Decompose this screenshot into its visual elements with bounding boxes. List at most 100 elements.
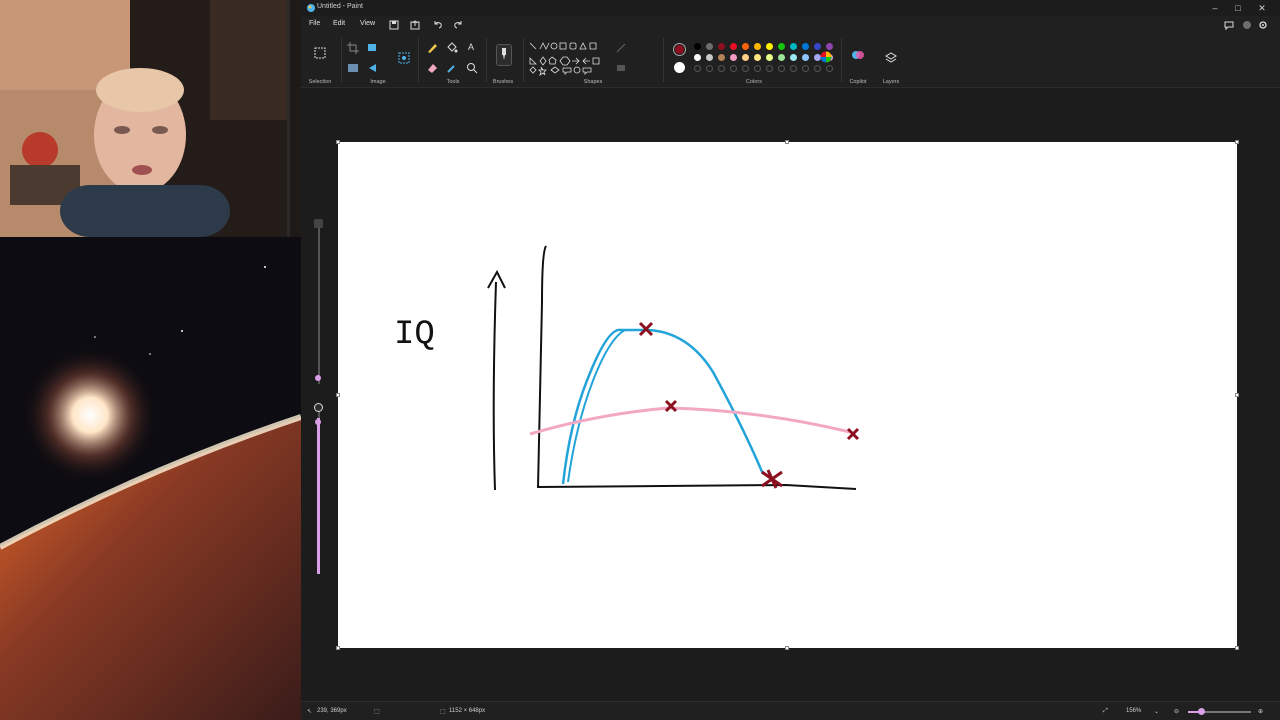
color-swatch[interactable] — [718, 43, 725, 50]
custom-color-slot[interactable] — [790, 65, 797, 72]
save-icon[interactable] — [388, 19, 400, 31]
custom-color-slot[interactable] — [742, 65, 749, 72]
color-swatch[interactable] — [694, 54, 701, 61]
resize-icon[interactable] — [366, 41, 380, 55]
color-swatch[interactable] — [730, 54, 737, 61]
paint-app-icon — [307, 4, 315, 12]
canvas-text-iq: IQ — [394, 316, 435, 354]
custom-color-slot[interactable] — [694, 65, 701, 72]
color-swatch[interactable] — [766, 54, 773, 61]
color-swatch[interactable] — [814, 43, 821, 50]
canvas-size: 1152 × 648px — [449, 708, 486, 714]
zoom-in-icon[interactable]: ⊕ — [1258, 708, 1263, 715]
canvas-size-icon: ⬚ — [440, 709, 446, 715]
menu-view[interactable]: View — [360, 20, 375, 27]
zoom-level[interactable]: 156% — [1126, 708, 1141, 714]
color-picker-icon[interactable] — [445, 61, 459, 75]
color-swatch[interactable] — [742, 43, 749, 50]
opacity-thumb[interactable] — [315, 419, 321, 425]
window-title: Untitled - Paint — [317, 3, 363, 10]
paint-window: Untitled - Paint – □ ✕ File Edit View Se… — [301, 0, 1280, 720]
layers-icon[interactable] — [884, 50, 898, 64]
canvas-resize-handle-l[interactable] — [336, 393, 340, 397]
settings-gear-icon[interactable] — [1257, 19, 1269, 31]
minimize-button[interactable]: – — [1204, 1, 1226, 15]
image-select-icon[interactable] — [397, 51, 411, 65]
arrow-axis-line — [492, 281, 497, 491]
brush-size-slider[interactable] — [318, 224, 320, 384]
fit-to-window-icon[interactable]: ⤢ — [1103, 708, 1108, 715]
group-label-layers: Layers — [882, 79, 900, 85]
custom-color-slot[interactable] — [826, 65, 833, 72]
feedback-icon[interactable] — [1223, 19, 1235, 31]
redo-icon[interactable] — [452, 19, 464, 31]
color-swatch[interactable] — [826, 43, 833, 50]
zoom-dropdown-chevron-icon[interactable]: ⌄ — [1154, 708, 1159, 715]
selection-size-icon: ⬚ — [374, 709, 380, 715]
secondary-color-swatch[interactable] — [674, 62, 685, 73]
group-label-image: Image — [370, 79, 386, 85]
shapes-gallery[interactable] — [527, 40, 607, 76]
canvas-resize-handle-t[interactable] — [785, 140, 789, 144]
copilot-icon[interactable] — [851, 48, 865, 62]
text-tool-icon[interactable]: A — [468, 42, 474, 52]
edit-colors-icon[interactable] — [819, 50, 833, 64]
color-swatch[interactable] — [694, 43, 701, 50]
fill-bucket-icon[interactable] — [445, 41, 459, 55]
color-swatch[interactable] — [790, 43, 797, 50]
color-swatch[interactable] — [754, 54, 761, 61]
brush-selector-button[interactable] — [496, 44, 512, 66]
color-swatch[interactable] — [706, 54, 713, 61]
zoom-slider-thumb[interactable] — [1198, 708, 1205, 715]
canvas-resize-handle-br[interactable] — [1235, 646, 1239, 650]
background-remove-icon[interactable] — [346, 61, 360, 75]
custom-color-slot[interactable] — [778, 65, 785, 72]
rotate-icon[interactable] — [366, 61, 380, 75]
canvas-resize-handle-b[interactable] — [785, 646, 789, 650]
canvas-resize-handle-bl[interactable] — [336, 646, 340, 650]
eraser-icon[interactable] — [425, 61, 439, 75]
color-swatch[interactable] — [778, 54, 785, 61]
crop-icon[interactable] — [346, 41, 360, 55]
group-label-tools: Tools — [446, 79, 460, 85]
rectangular-select-icon[interactable] — [313, 46, 327, 60]
zoom-out-icon[interactable]: ⊖ — [1174, 708, 1179, 715]
primary-color-swatch[interactable] — [673, 43, 686, 56]
custom-color-slot[interactable] — [766, 65, 773, 72]
color-swatch[interactable] — [790, 54, 797, 61]
color-swatch[interactable] — [778, 43, 785, 50]
color-swatch[interactable] — [742, 54, 749, 61]
custom-color-slot[interactable] — [718, 65, 725, 72]
color-swatch[interactable] — [754, 43, 761, 50]
magnifier-icon[interactable] — [465, 61, 479, 75]
account-icon[interactable] — [1241, 19, 1253, 31]
menu-file[interactable]: File — [309, 20, 320, 27]
canvas-resize-handle-tr[interactable] — [1235, 140, 1239, 144]
shape-outline-icon[interactable] — [614, 41, 628, 55]
brush-size-thumb[interactable] — [315, 375, 321, 381]
custom-color-slot[interactable] — [754, 65, 761, 72]
drawing-canvas[interactable]: IQ — [338, 142, 1237, 648]
custom-color-slot[interactable] — [730, 65, 737, 72]
color-swatch[interactable] — [802, 43, 809, 50]
custom-color-slot[interactable] — [706, 65, 713, 72]
color-swatch[interactable] — [706, 43, 713, 50]
share-icon[interactable] — [409, 19, 421, 31]
undo-icon[interactable] — [432, 19, 444, 31]
group-label-colors: Colors — [746, 79, 762, 85]
menu-edit[interactable]: Edit — [333, 20, 345, 27]
maximize-button[interactable]: □ — [1227, 1, 1249, 15]
color-swatch[interactable] — [766, 43, 773, 50]
shape-fill-icon[interactable] — [614, 61, 628, 75]
color-swatch[interactable] — [730, 43, 737, 50]
canvas-resize-handle-tl[interactable] — [336, 140, 340, 144]
cursor-icon: ↖ — [307, 709, 313, 715]
custom-color-slot[interactable] — [814, 65, 821, 72]
canvas-resize-handle-r[interactable] — [1235, 393, 1239, 397]
close-button[interactable]: ✕ — [1251, 1, 1273, 15]
brush-size-handle[interactable] — [314, 219, 323, 228]
custom-color-slot[interactable] — [802, 65, 809, 72]
pencil-icon[interactable] — [425, 41, 439, 55]
color-swatch[interactable] — [718, 54, 725, 61]
color-swatch[interactable] — [802, 54, 809, 61]
